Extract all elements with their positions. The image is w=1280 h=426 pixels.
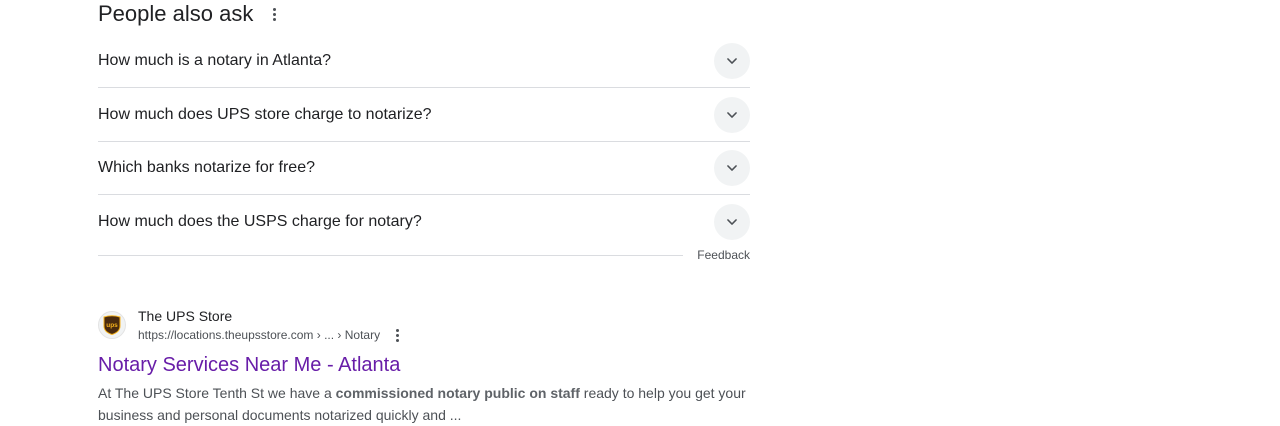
- question-text: How much is a notary in Atlanta?: [98, 52, 332, 69]
- site-name: The UPS Store: [138, 308, 233, 324]
- result-url: https://locations.theupsstore.com › ... …: [138, 328, 381, 342]
- source-text: The UPS Store https://locations.theupsst…: [138, 306, 402, 344]
- result-snippet: At The UPS Store Tenth St we have a comm…: [98, 382, 758, 426]
- chevron-down-icon[interactable]: [714, 97, 750, 133]
- feedback-row: Feedback: [98, 245, 750, 265]
- snippet-text: At The UPS Store Tenth St we have a: [98, 385, 336, 401]
- paa-question-1[interactable]: How much is a notary in Atlanta?: [98, 35, 750, 88]
- ups-logo-icon: ups: [98, 311, 126, 339]
- feedback-link[interactable]: Feedback: [697, 248, 750, 262]
- result-source[interactable]: ups The UPS Store https://locations.theu…: [98, 306, 758, 344]
- result-more-options-icon[interactable]: [392, 327, 402, 343]
- paa-more-options-icon[interactable]: [267, 4, 281, 24]
- url-line: https://locations.theupsstore.com › ... …: [138, 326, 402, 344]
- paa-question-3[interactable]: Which banks notarize for free?: [98, 142, 750, 195]
- question-text: Which banks notarize for free?: [98, 159, 315, 176]
- favicon-text: ups: [106, 322, 118, 329]
- paa-title: People also ask: [98, 1, 254, 26]
- snippet-highlight: commissioned notary public on staff: [335, 385, 580, 401]
- chevron-down-icon[interactable]: [714, 203, 750, 240]
- paa-header: People also ask: [98, 0, 281, 28]
- question-text: How much does the USPS charge for notary…: [98, 212, 422, 230]
- chevron-down-icon[interactable]: [714, 43, 750, 79]
- paa-question-2[interactable]: How much does UPS store charge to notari…: [98, 89, 750, 142]
- paa-question-4[interactable]: How much does the USPS charge for notary…: [98, 195, 750, 248]
- result-title-link[interactable]: Notary Services Near Me - Atlanta: [98, 352, 758, 378]
- search-result: ups The UPS Store https://locations.theu…: [98, 306, 758, 426]
- question-text: How much does UPS store charge to notari…: [98, 106, 432, 123]
- divider: [98, 254, 684, 256]
- chevron-down-icon[interactable]: [714, 150, 750, 186]
